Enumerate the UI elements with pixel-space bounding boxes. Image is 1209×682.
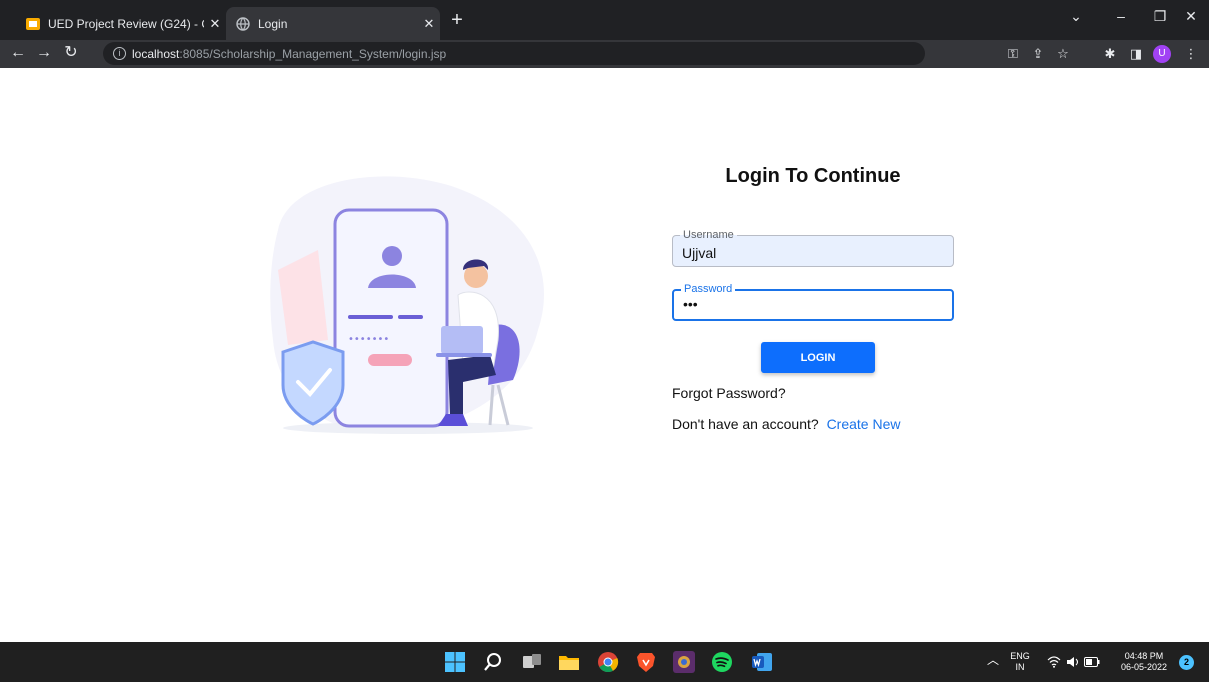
- file-explorer-icon[interactable]: [557, 650, 581, 674]
- windows-start-icon[interactable]: [443, 650, 467, 674]
- share-icon[interactable]: ⇪: [1029, 45, 1047, 63]
- password-input[interactable]: •••: [683, 296, 943, 312]
- browser-tab-strip: UED Project Review (G24) - Goog ✕ Login …: [0, 0, 1209, 40]
- username-input[interactable]: Ujjval: [682, 245, 942, 261]
- forward-icon[interactable]: →: [34, 43, 54, 63]
- word-icon[interactable]: [750, 650, 774, 674]
- side-panel-icon[interactable]: ◨: [1127, 45, 1145, 63]
- site-info-icon[interactable]: i: [113, 47, 126, 60]
- language-label: ENG: [1010, 651, 1030, 661]
- chevron-up-icon[interactable]: ︿: [987, 654, 999, 666]
- minimize-icon[interactable]: –: [1111, 8, 1131, 24]
- browser-toolbar: ← → ↻ i localhost:8085/Scholarship_Manag…: [0, 40, 1209, 68]
- tab-login[interactable]: Login ✕: [226, 7, 440, 40]
- username-field[interactable]: Username Ujjval: [672, 229, 954, 267]
- region-label: IN: [1015, 662, 1025, 672]
- create-new-link[interactable]: Create New: [827, 416, 901, 432]
- close-tab-icon[interactable]: ✕: [204, 16, 226, 32]
- window-close-icon[interactable]: ✕: [1181, 8, 1201, 25]
- task-view-icon[interactable]: [520, 650, 544, 674]
- page-title: Login To Continue: [725, 165, 901, 187]
- language-indicator[interactable]: ENG IN: [1008, 651, 1032, 673]
- volume-icon[interactable]: [1066, 656, 1080, 668]
- reload-icon[interactable]: ↻: [61, 43, 81, 63]
- login-illustration: •••••••: [270, 176, 544, 434]
- menu-kebab-icon[interactable]: ⋮: [1182, 45, 1200, 63]
- signup-row: Don't have an account? Create New: [672, 416, 900, 432]
- globe-icon: [236, 16, 250, 31]
- bookmark-star-icon[interactable]: ☆: [1054, 45, 1072, 63]
- tab-search-icon[interactable]: ⌄: [1066, 8, 1086, 25]
- tab-title: UED Project Review (G24) - Goog: [48, 16, 204, 31]
- clock-date: 06-05-2022: [1120, 662, 1168, 672]
- extensions-icon[interactable]: ✱: [1101, 45, 1119, 63]
- restore-icon[interactable]: ❐: [1150, 8, 1170, 25]
- close-tab-icon[interactable]: ✕: [418, 16, 440, 32]
- url-path: :8085/Scholarship_Management_System/logi…: [179, 46, 447, 61]
- google-slides-icon: [26, 17, 40, 30]
- tab-title: Login: [258, 16, 288, 31]
- password-label: Password: [681, 283, 736, 295]
- brave-icon[interactable]: [634, 650, 658, 674]
- clock[interactable]: 04:48 PM 06-05-2022: [1113, 651, 1175, 673]
- password-field[interactable]: Password •••: [672, 283, 954, 321]
- username-label: Username: [680, 229, 737, 241]
- url-host: localhost: [132, 46, 180, 61]
- address-bar[interactable]: i localhost:8085/Scholarship_Management_…: [103, 42, 925, 65]
- spotify-icon[interactable]: [710, 650, 734, 674]
- search-icon[interactable]: [481, 650, 505, 674]
- tab-ued-project-review[interactable]: UED Project Review (G24) - Goog ✕: [18, 7, 226, 40]
- chrome-icon[interactable]: [596, 650, 620, 674]
- wifi-icon[interactable]: [1047, 656, 1061, 668]
- new-tab-button[interactable]: +: [446, 10, 468, 32]
- profile-avatar[interactable]: U: [1153, 45, 1171, 63]
- app-icon[interactable]: [672, 650, 696, 674]
- login-button[interactable]: LOGIN: [761, 342, 875, 373]
- svg-text:•••••••: •••••••: [348, 334, 389, 345]
- back-icon[interactable]: ←: [8, 43, 28, 63]
- forgot-password-link[interactable]: Forgot Password?: [672, 385, 786, 401]
- signup-prompt: Don't have an account?: [672, 416, 819, 432]
- clock-time: 04:48 PM: [1124, 651, 1164, 661]
- windows-taskbar: ︿ ENG IN 04:48 PM 06-05-2022 2: [0, 642, 1209, 682]
- battery-icon[interactable]: [1084, 657, 1100, 667]
- key-icon[interactable]: ⚿: [1004, 45, 1022, 63]
- notification-badge[interactable]: 2: [1179, 655, 1194, 670]
